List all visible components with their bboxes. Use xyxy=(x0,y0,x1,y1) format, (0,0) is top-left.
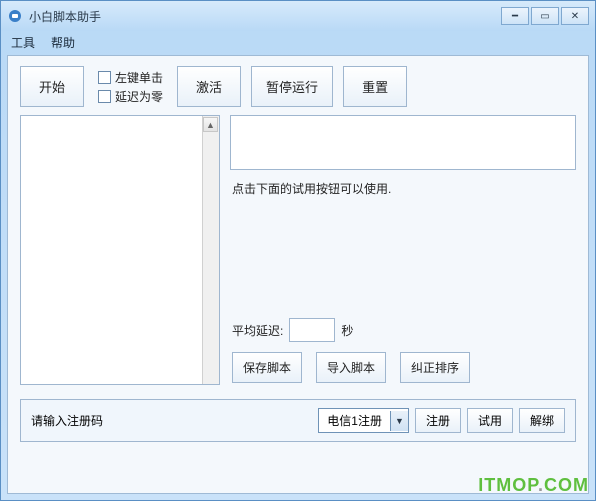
checkbox-icon xyxy=(98,71,111,84)
scrollbar[interactable]: ▲ xyxy=(202,116,219,384)
dropdown-selected: 电信1注册 xyxy=(319,409,390,432)
reset-button[interactable]: 重置 xyxy=(343,66,407,107)
checkbox-icon xyxy=(98,90,111,103)
register-bar: 请输入注册码 电信1注册 ▼ 注册 试用 解绑 xyxy=(20,399,576,442)
window-title: 小白脚本助手 xyxy=(29,8,499,25)
unbind-button[interactable]: 解绑 xyxy=(519,408,565,433)
chevron-down-icon: ▼ xyxy=(390,411,408,431)
hint-text: 点击下面的试用按钮可以使用. xyxy=(230,170,576,197)
scroll-up-icon[interactable]: ▲ xyxy=(203,117,218,132)
menubar: 工具 帮助 xyxy=(1,31,595,53)
script-listbox[interactable]: ▲ xyxy=(20,115,220,385)
activate-button[interactable]: 激活 xyxy=(177,66,241,107)
register-button[interactable]: 注册 xyxy=(415,408,461,433)
register-input[interactable] xyxy=(109,412,312,430)
server-dropdown[interactable]: 电信1注册 ▼ xyxy=(318,408,409,433)
main-row: ▲ 点击下面的试用按钮可以使用. 平均延迟: 秒 保存脚本 导入脚本 纠正排序 xyxy=(8,115,588,393)
delay-zero-label: 延迟为零 xyxy=(115,88,163,105)
start-button[interactable]: 开始 xyxy=(20,66,84,107)
menu-tools[interactable]: 工具 xyxy=(11,34,35,51)
import-script-button[interactable]: 导入脚本 xyxy=(316,352,386,383)
app-window: 小白脚本助手 ━ ▭ ✕ 工具 帮助 开始 左键单击 延迟为零 激活 xyxy=(0,0,596,501)
checkbox-group: 左键单击 延迟为零 xyxy=(94,66,167,107)
trial-button[interactable]: 试用 xyxy=(467,408,513,433)
fix-order-button[interactable]: 纠正排序 xyxy=(400,352,470,383)
script-buttons-row: 保存脚本 导入脚本 纠正排序 xyxy=(230,346,576,385)
left-click-label: 左键单击 xyxy=(115,69,163,86)
pause-button[interactable]: 暂停运行 xyxy=(251,66,333,107)
left-click-checkbox[interactable]: 左键单击 xyxy=(98,69,163,86)
maximize-button[interactable]: ▭ xyxy=(531,7,559,25)
output-textbox[interactable] xyxy=(230,115,576,170)
avg-delay-label: 平均延迟: xyxy=(232,322,283,339)
avg-delay-row: 平均延迟: 秒 xyxy=(230,314,576,346)
window-controls: ━ ▭ ✕ xyxy=(499,7,589,25)
app-icon xyxy=(7,8,23,24)
titlebar: 小白脚本助手 ━ ▭ ✕ xyxy=(1,1,595,31)
minimize-button[interactable]: ━ xyxy=(501,7,529,25)
close-button[interactable]: ✕ xyxy=(561,7,589,25)
right-column: 点击下面的试用按钮可以使用. 平均延迟: 秒 保存脚本 导入脚本 纠正排序 xyxy=(230,115,576,385)
spacer xyxy=(230,197,576,314)
delay-zero-checkbox[interactable]: 延迟为零 xyxy=(98,88,163,105)
menu-help[interactable]: 帮助 xyxy=(51,34,75,51)
client-area: 开始 左键单击 延迟为零 激活 暂停运行 重置 ▲ xyxy=(7,55,589,494)
save-script-button[interactable]: 保存脚本 xyxy=(232,352,302,383)
avg-delay-input[interactable] xyxy=(289,318,335,342)
seconds-label: 秒 xyxy=(341,322,353,339)
toolbar: 开始 左键单击 延迟为零 激活 暂停运行 重置 xyxy=(8,56,588,115)
register-placeholder: 请输入注册码 xyxy=(31,412,103,429)
